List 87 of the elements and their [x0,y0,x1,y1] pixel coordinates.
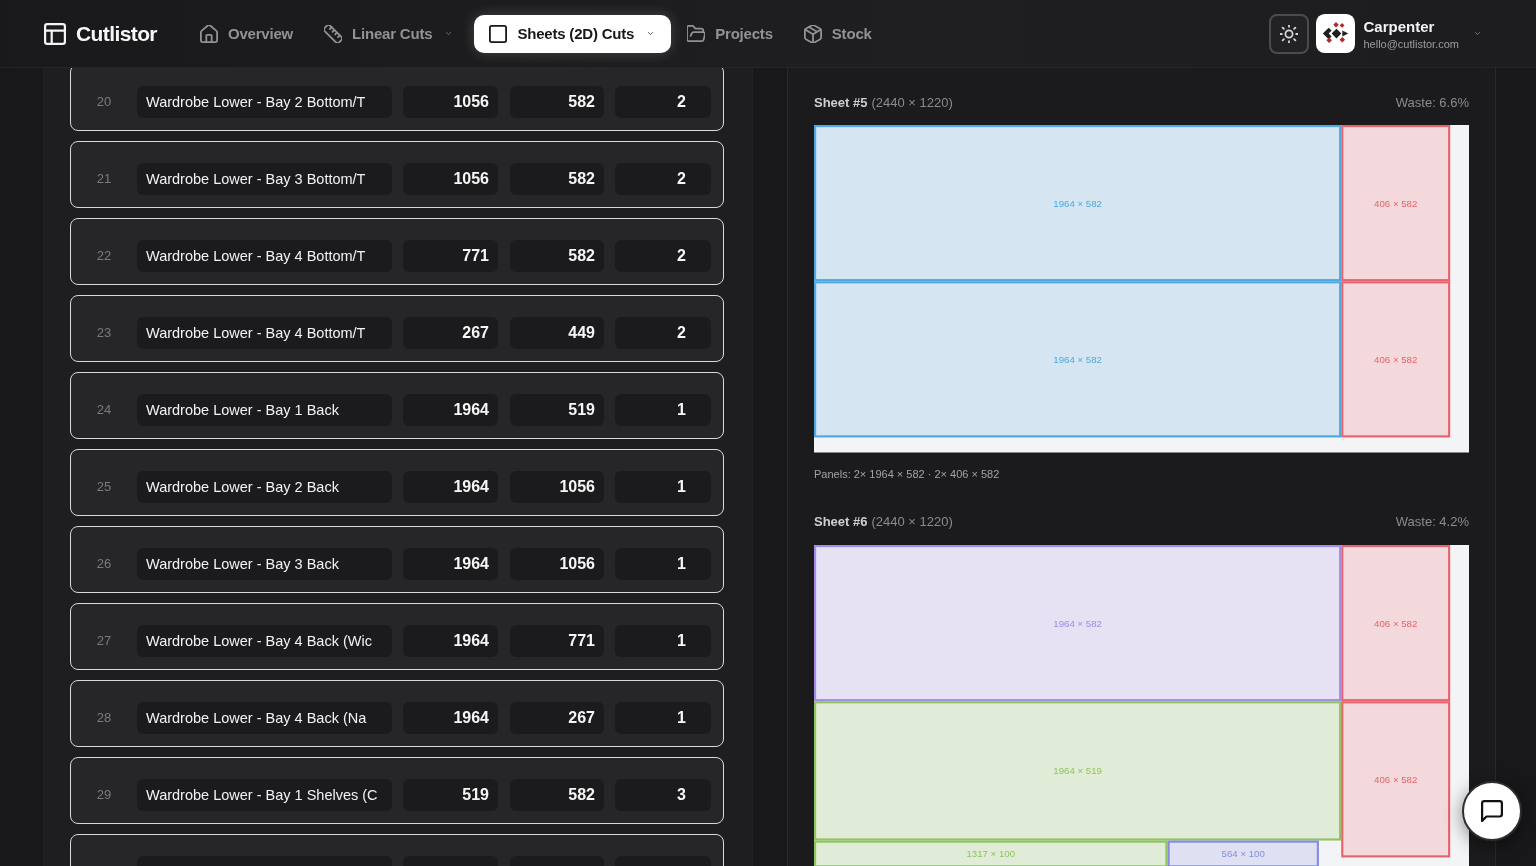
box-icon [803,24,822,43]
panel-size-label: 406 × 582 [1374,617,1418,629]
row-number: 26 [95,556,113,571]
square-icon [489,24,508,43]
nav-tab[interactable]: Stock [788,14,887,53]
number-field[interactable]: 2 [615,316,711,349]
layout-icon [44,22,66,45]
text-field[interactable]: Wardrobe Lower - Bay 4 Bottom/T [137,316,392,349]
user-name: Carpenter [1363,17,1436,35]
number-field[interactable]: 1964 [403,624,498,657]
sheet-title: Sheet #5 [814,94,868,110]
number-field[interactable]: 1964 [403,701,498,734]
number-field[interactable]: 1056 [510,547,604,580]
text-field[interactable]: Wardrobe Lower - Bay 4 Back (Na [137,701,392,734]
sheet-size: (2440 × 1220) [871,94,953,110]
row-number: 21 [95,171,113,186]
sheet-title: Sheet #6 [814,514,868,529]
number-field[interactable]: 449 [510,316,604,349]
panel-size-label: 1317 × 100 [966,848,1016,859]
panel-size-label: 1964 × 519 [1053,764,1102,776]
text-field[interactable]: Wardrobe Lower - Bay 1 Shelves (C [137,778,392,811]
number-field[interactable]: 582 [510,778,604,811]
panel-size-label: 1964 × 582 [1053,617,1102,629]
panels-summary: Panels: 2× 1964 × 582 · 2× 406 × 582 [814,467,1001,480]
number-field[interactable]: 582 [510,162,604,195]
nav-tab[interactable]: Overview [184,14,309,53]
chat-icon [1481,800,1503,822]
nav-tab[interactable]: Sheets (2D) Cuts [474,14,672,53]
row-number: 28 [95,710,113,725]
folder-icon [687,24,706,43]
row-number: 29 [95,787,113,802]
avatar-icon [1316,14,1356,53]
text-field[interactable]: Wardrobe Lower - Bay 2 Back [137,470,392,503]
panel-size-label: 406 × 582 [1374,197,1418,209]
row-number: 25 [95,479,113,494]
text-field[interactable]: Wardrobe Lower - Bay 3 Back [137,547,392,580]
number-field[interactable]: 519 [510,393,604,426]
number-field[interactable]: 1964 [403,393,498,426]
row-number: 27 [95,633,113,648]
number-field[interactable]: 3 [615,778,711,811]
number-field[interactable]: 1056 [403,162,498,195]
number-field[interactable]: 582 [510,85,604,118]
number-field[interactable]: 1 [615,547,711,580]
nav-tab[interactable]: Linear Cuts [309,14,470,53]
number-field[interactable]: 267 [403,316,498,349]
number-field[interactable]: 2 [615,239,711,272]
number-field[interactable]: 1964 [403,547,498,580]
waste-label: Waste: 4.2% [1395,514,1469,529]
text-field[interactable]: Wardrobe Lower - Bay 4 Bottom/T [137,239,392,272]
number-field[interactable]: 1 [615,624,711,657]
text-field[interactable]: Wardrobe Lower - Bay 1 Back [137,393,392,426]
waste-label: Waste: 6.6% [1395,94,1469,110]
ruler-icon [324,24,343,43]
sun-icon [1280,24,1299,43]
app-name: Cutlistor [76,21,157,46]
number-field[interactable]: 2 [615,85,711,118]
text-field[interactable]: Wardrobe Lower - Bay 4 Back (Wic [137,624,392,657]
panel-size-label: 406 × 582 [1374,353,1418,365]
number-field[interactable]: 582 [510,239,604,272]
text-field[interactable]: Wardrobe Lower - Bay 2 Bottom/T [137,85,392,118]
sheet-size: (2440 × 1220) [871,514,953,529]
number-field[interactable]: 1 [615,701,711,734]
row-number: 20 [95,94,113,109]
number-field[interactable]: 267 [510,701,604,734]
user-email: hello@cutlistor.com [1363,37,1459,50]
chat-button[interactable] [1462,781,1522,841]
number-field[interactable]: 1 [615,470,711,503]
nav-tab[interactable]: Projects [672,14,788,53]
theme-toggle-button[interactable] [1269,13,1310,54]
row-number: 23 [95,325,113,340]
number-field[interactable]: 1056 [510,470,604,503]
home-icon [199,24,218,43]
number-field[interactable]: 1 [615,393,711,426]
row-number: 24 [95,402,113,417]
number-field[interactable]: 1964 [403,470,498,503]
number-field[interactable]: 771 [510,624,604,657]
number-field[interactable]: 519 [403,778,498,811]
number-field[interactable]: 771 [403,239,498,272]
row-number: 22 [95,248,113,263]
chevron-down-icon[interactable] [1472,30,1483,37]
panel-size-label: 406 × 582 [1374,773,1418,785]
number-field[interactable]: 2 [615,162,711,195]
number-field[interactable]: 1056 [403,85,498,118]
panel-size-label: 564 × 100 [1221,848,1265,859]
panel-size-label: 1964 × 582 [1053,197,1102,209]
text-field[interactable]: Wardrobe Lower - Bay 3 Bottom/T [137,162,392,195]
panel-size-label: 1964 × 582 [1053,353,1102,365]
